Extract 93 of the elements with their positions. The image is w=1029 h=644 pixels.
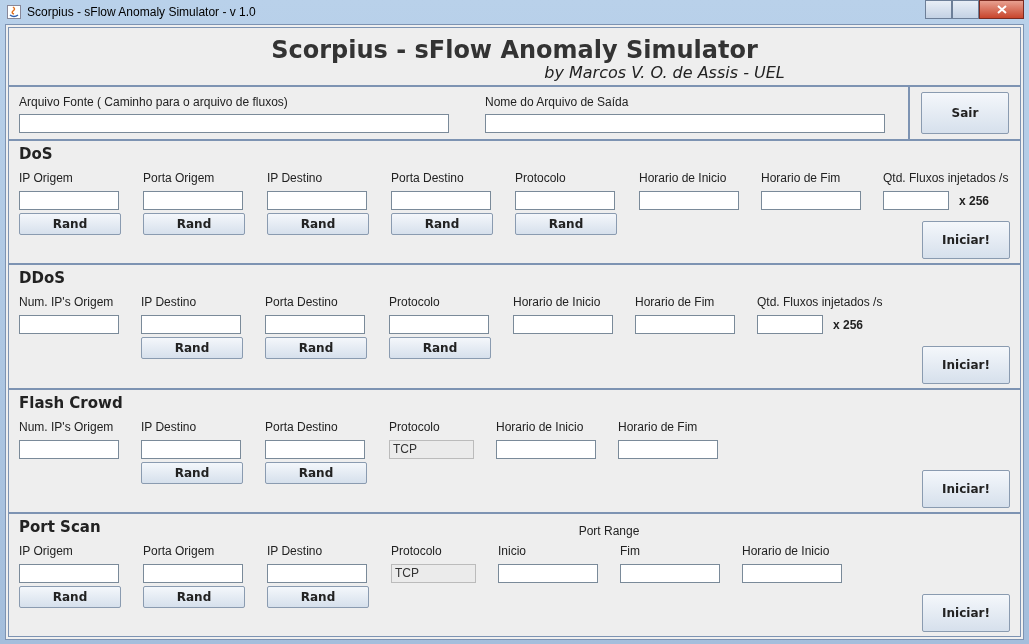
input-field[interactable] [391, 191, 491, 210]
input-field[interactable]: TCP [391, 563, 476, 583]
input-field[interactable] [141, 439, 241, 459]
input-field[interactable] [883, 191, 949, 210]
field-label: Fim [620, 543, 641, 560]
exit-button[interactable]: Sair [921, 92, 1009, 134]
input-field[interactable] [513, 315, 613, 335]
input-field[interactable]: TCP [389, 439, 474, 459]
field-label: Inicio [498, 543, 527, 560]
random-button[interactable]: Rand [389, 337, 491, 360]
close-icon [996, 5, 1007, 14]
field-label: Horario de Inicio [496, 419, 585, 436]
field-label: Protocolo [515, 171, 567, 187]
input-field[interactable] [19, 191, 119, 210]
field-label: Porta Origem [143, 171, 216, 187]
close-button[interactable] [979, 0, 1024, 19]
field-label: Horario de Inicio [742, 543, 831, 560]
input-field[interactable] [496, 439, 596, 459]
random-button[interactable]: Rand [265, 337, 367, 360]
field-label: Protocolo [389, 295, 441, 312]
start-button[interactable]: Iniciar! [922, 221, 1010, 260]
maximize-button[interactable] [952, 0, 979, 19]
field-label: IP Origem [19, 543, 74, 560]
field-label: Qtd. Fluxos injetados /s [757, 295, 883, 312]
app-icon [7, 5, 21, 19]
input-field[interactable] [618, 439, 718, 459]
input-field[interactable] [19, 439, 119, 459]
input-field[interactable] [761, 191, 861, 210]
field-label: IP Destino [141, 419, 198, 436]
random-button[interactable]: Rand [267, 213, 369, 235]
input-field[interactable] [485, 114, 885, 133]
random-button[interactable]: Rand [391, 213, 493, 235]
minimize-button[interactable] [925, 0, 952, 19]
field-label: Arquivo Fonte ( Caminho para o arquivo de fluxos) [19, 95, 289, 111]
field-label: Qtd. Fluxos injetados /s [883, 171, 1009, 187]
section-title: DoS [19, 145, 53, 163]
field-label: Nome do Arquivo de Saída [485, 95, 630, 111]
input-field[interactable] [141, 315, 241, 335]
field-label: Protocolo [391, 543, 443, 560]
random-button[interactable]: Rand [265, 461, 367, 484]
random-button[interactable]: Rand [143, 213, 245, 235]
input-field[interactable] [265, 439, 365, 459]
input-field[interactable] [515, 191, 615, 210]
window-title: Scorpius - sFlow Anomaly Simulator - v 1.0 [27, 5, 256, 19]
start-button[interactable]: Iniciar! [922, 469, 1010, 508]
author-text: by Marcos V. O. de Assis - UEL [544, 64, 785, 82]
input-field[interactable] [742, 563, 842, 583]
input-field[interactable] [267, 191, 367, 210]
field-label: Horario de Fim [761, 171, 842, 187]
group-label: Port Range [578, 523, 640, 540]
input-field[interactable] [267, 563, 367, 583]
random-button[interactable]: Rand [141, 461, 243, 484]
field-label: Horario de Inicio [513, 295, 602, 312]
field-label: Horario de Inicio [639, 171, 728, 187]
section-title: Port Scan [19, 517, 101, 536]
start-button[interactable]: Iniciar! [922, 345, 1010, 384]
field-label: Horario de Fim [618, 419, 699, 436]
field-label: Porta Origem [143, 543, 216, 560]
input-field[interactable] [19, 315, 119, 335]
random-button[interactable]: Rand [515, 213, 617, 235]
field-label: IP Origem [19, 171, 74, 187]
section-title: DDoS [19, 269, 65, 288]
start-button[interactable]: Iniciar! [922, 594, 1010, 632]
section-title: Flash Crowd [19, 393, 123, 412]
input-field[interactable] [389, 315, 489, 335]
input-field[interactable] [143, 563, 243, 583]
input-field[interactable] [635, 315, 735, 335]
field-label: IP Destino [267, 543, 324, 560]
multiplier-text: x 256 [959, 193, 990, 208]
field-label: Porta Destino [391, 171, 465, 187]
field-label: IP Destino [267, 171, 324, 187]
input-field[interactable] [639, 191, 739, 210]
random-button[interactable]: Rand [19, 585, 121, 608]
random-button[interactable]: Rand [141, 337, 243, 360]
field-label: Horario de Fim [635, 295, 716, 312]
field-label: IP Destino [141, 295, 198, 312]
field-label: Num. IP's Origem [19, 295, 115, 312]
random-button[interactable]: Rand [143, 585, 245, 608]
input-field[interactable] [757, 315, 823, 335]
input-field[interactable] [19, 563, 119, 583]
field-label: Num. IP's Origem [19, 419, 115, 436]
input-field[interactable] [143, 191, 243, 210]
input-field[interactable] [265, 315, 365, 335]
random-button[interactable]: Rand [267, 585, 369, 608]
field-label: Porta Destino [265, 419, 339, 436]
field-label: Porta Destino [265, 295, 339, 312]
app-title: Scorpius - sFlow Anomaly Simulator [271, 36, 758, 64]
input-field[interactable] [620, 563, 720, 583]
input-field[interactable] [19, 114, 449, 133]
random-button[interactable]: Rand [19, 213, 121, 235]
input-field[interactable] [498, 563, 598, 583]
field-label: Protocolo [389, 419, 441, 436]
multiplier-text: x 256 [833, 317, 864, 332]
